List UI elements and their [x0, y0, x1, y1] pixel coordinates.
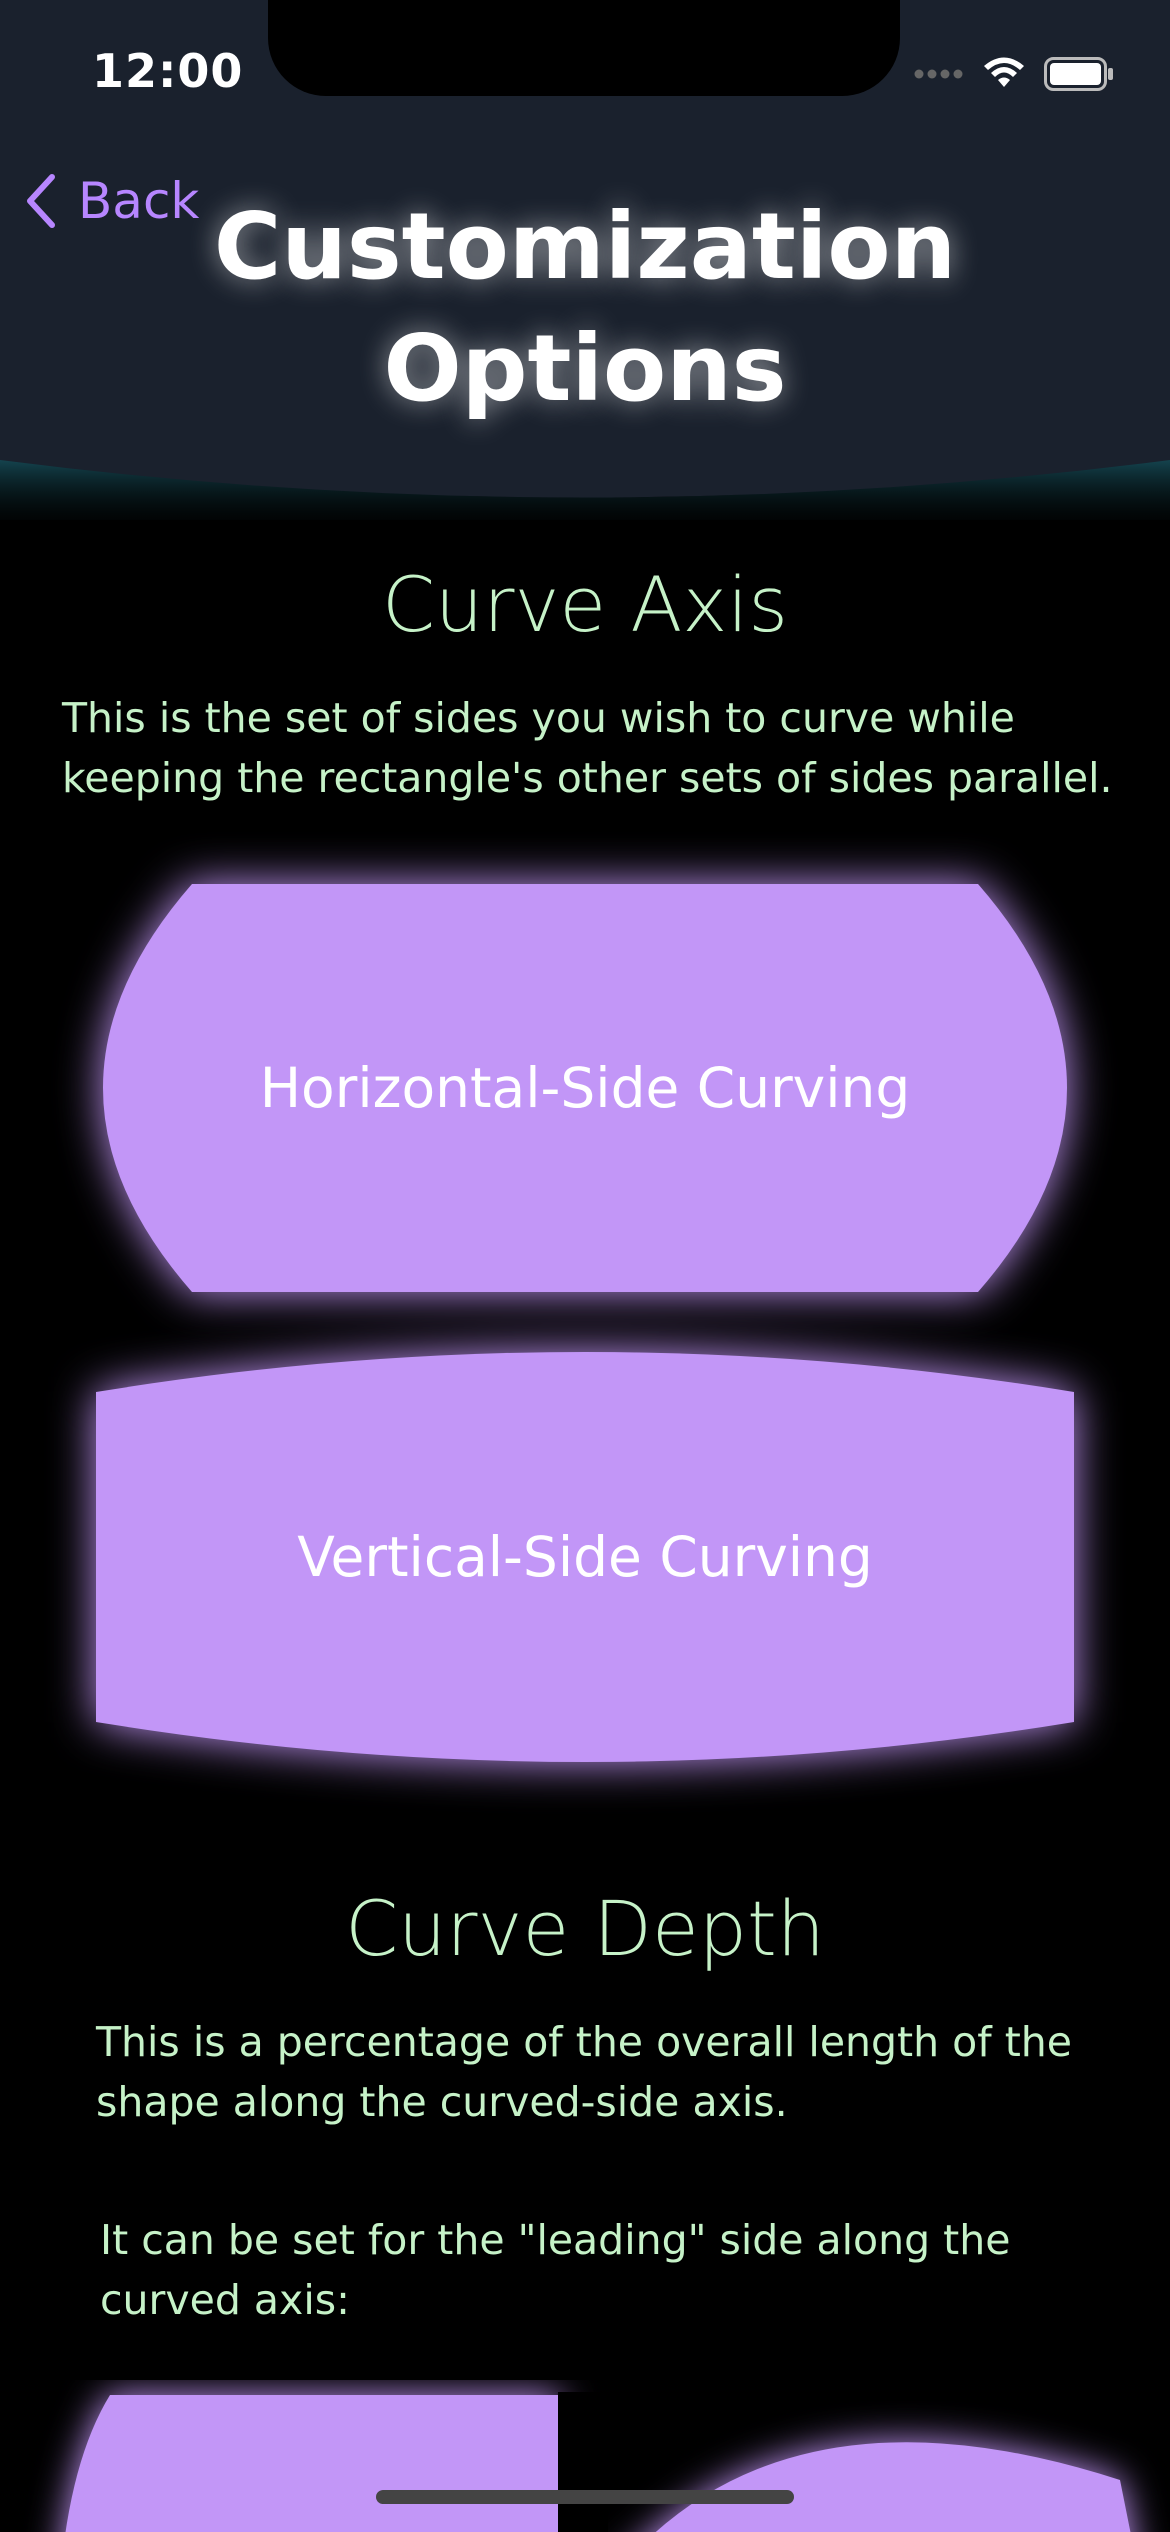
- status-time: 12:00: [92, 44, 244, 98]
- status-icons: [914, 52, 1114, 96]
- home-indicator[interactable]: [376, 2490, 794, 2504]
- horizontal-side-curving-button[interactable]: Horizontal-Side Curving: [96, 884, 1074, 1292]
- chevron-left-icon: [27, 174, 55, 228]
- device-notch: [268, 0, 900, 96]
- navigation-header: 12:00 Back Customization Options: [0, 0, 1170, 520]
- vertical-side-curving-button[interactable]: Vertical-Side Curving: [96, 1352, 1074, 1762]
- section-title-curve-axis: Curve Axis: [381, 560, 789, 649]
- leading-depth-shape-left[interactable]: [60, 2395, 560, 2532]
- curve-axis-description: This is the set of sides you wish to cur…: [62, 694, 1113, 802]
- leading-depth-shape-right[interactable]: [610, 2442, 1140, 2532]
- battery-icon: [1044, 57, 1113, 91]
- signal-dots-icon: [914, 69, 963, 79]
- vertical-side-curving-label: Vertical-Side Curving: [297, 1525, 873, 1589]
- page-title: Customization Options: [213, 193, 957, 422]
- section-title-curve-depth: Curve Depth: [345, 1884, 825, 1973]
- wifi-icon: [984, 57, 1024, 87]
- shape-divider: [558, 2392, 608, 2532]
- horizontal-side-curving-label: Horizontal-Side Curving: [259, 1056, 911, 1120]
- curve-depth-description: This is a percentage of the overall leng…: [96, 2018, 1072, 2126]
- leading-side-note: It can be set for the "leading" side alo…: [100, 2216, 1011, 2324]
